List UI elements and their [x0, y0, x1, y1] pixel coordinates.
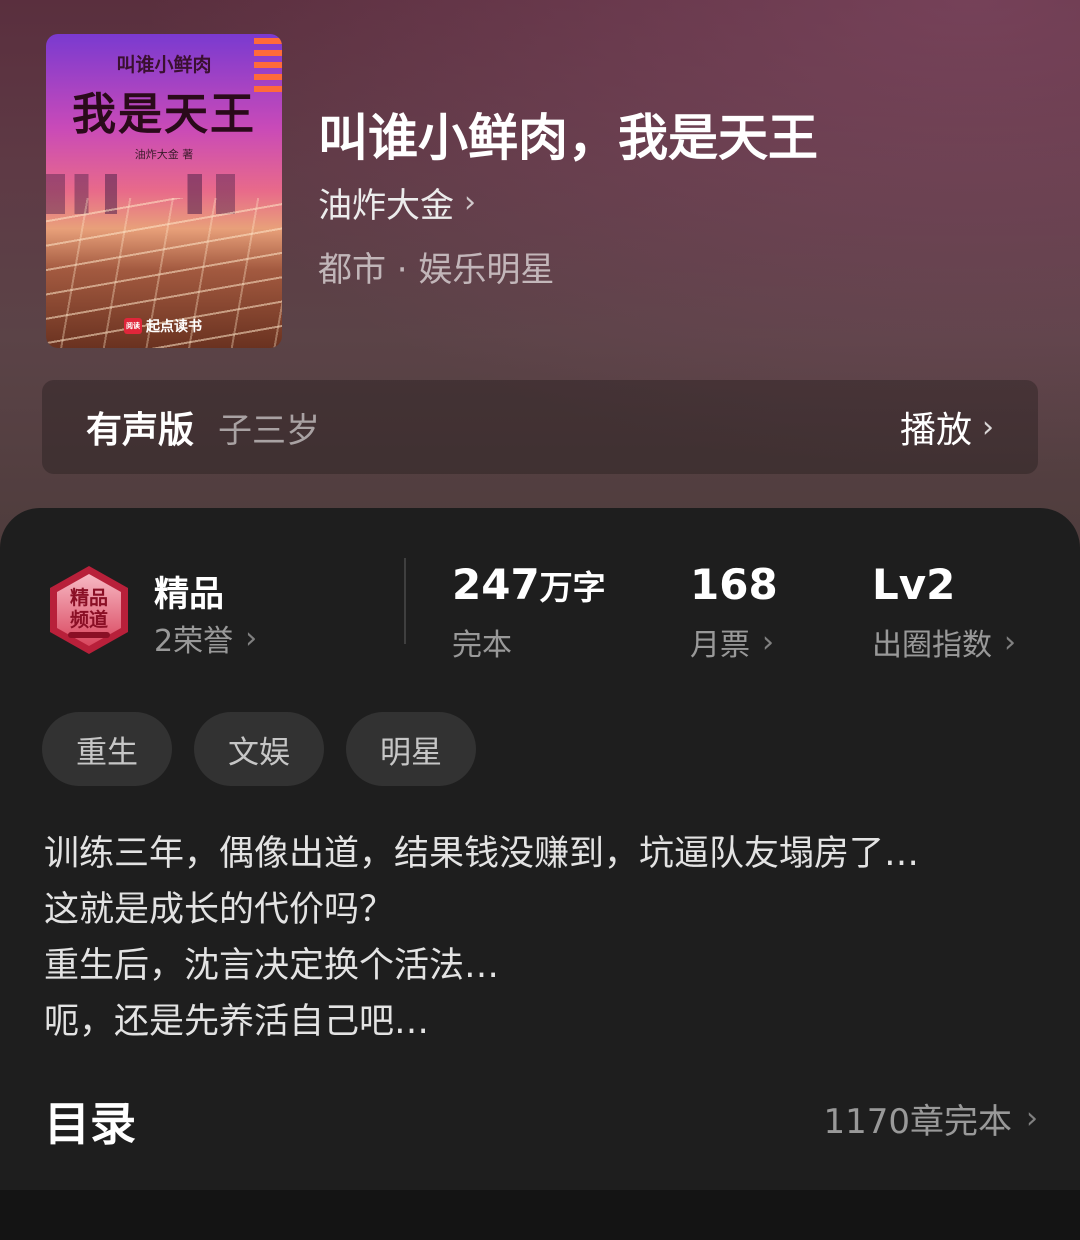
tag-chip[interactable]: 文娱: [194, 712, 324, 786]
tag-chip[interactable]: 重生: [42, 712, 172, 786]
cover-publisher: 阅读 起点读书: [124, 316, 202, 336]
author-name: 油炸大金: [318, 186, 454, 226]
audio-label: 有声版: [86, 410, 195, 451]
synopsis-line: 呃，还是先养活自己吧…: [44, 1002, 430, 1042]
book-status: 完本: [452, 620, 512, 664]
cover-subtitle: 叫谁小鲜肉: [116, 54, 212, 76]
quality-title: 精品: [154, 575, 225, 615]
honors-link[interactable]: 2荣誉 ›: [154, 616, 257, 660]
word-count-unit: 万字: [539, 568, 606, 607]
monthly-tickets-label: 月票: [690, 628, 750, 663]
synopsis-line: 这就是成长的代价吗？: [44, 890, 395, 930]
word-count-number: 247: [452, 560, 540, 609]
cover-author: 油炸大金 著: [134, 148, 194, 161]
audio-narrator: 子三岁: [218, 410, 321, 451]
book-cover[interactable]: 叫谁小鲜肉 我是天王 油炸大金 著 阅读 起点读书: [46, 34, 282, 348]
toc-info-text: 1170章完本: [823, 1102, 1012, 1142]
book-title: 叫谁小鲜肉，我是天王: [318, 108, 818, 167]
synopsis-line: 重生后，沈言决定换个活法…: [44, 946, 500, 986]
influence-label: 出圈指数: [872, 628, 992, 663]
badge-line1: 精品: [70, 586, 108, 609]
author-link[interactable]: 油炸大金 ›: [318, 178, 476, 227]
play-button[interactable]: 播放 ›: [900, 401, 994, 453]
monthly-tickets-count: 168: [690, 560, 778, 609]
chevron-right-icon: ›: [982, 409, 994, 445]
influence-link[interactable]: 出圈指数 ›: [872, 620, 1016, 664]
tag-chip[interactable]: 明星: [346, 712, 476, 786]
badge-line2: 频道: [70, 608, 108, 631]
monthly-tickets-link[interactable]: 月票 ›: [690, 620, 774, 664]
chevron-right-icon: ›: [1026, 1101, 1038, 1136]
cover-title: 我是天王: [72, 89, 256, 140]
status-text: 完本: [452, 628, 512, 663]
chevron-right-icon: ›: [464, 185, 476, 220]
chevron-right-icon: ›: [1004, 624, 1016, 660]
toc-link[interactable]: 1170章完本 ›: [823, 1094, 1038, 1143]
publisher-logo-icon: 阅读: [124, 318, 142, 334]
synopsis-line: 训练三年，偶像出道，结果钱没赚到，坑逼队友塌房了…: [44, 834, 920, 874]
honors-text: 2荣誉: [154, 624, 234, 659]
play-label: 播放: [899, 410, 972, 451]
word-count: 247 万字: [452, 560, 606, 609]
tag-list: 重生 文娱 明星: [42, 712, 476, 786]
bottom-section: [0, 1190, 1080, 1240]
chevron-right-icon: ›: [762, 624, 774, 660]
synopsis[interactable]: 训练三年，偶像出道，结果钱没赚到，坑逼队友塌房了… 这就是成长的代价吗？ 重生后…: [44, 826, 1044, 1050]
toc-label[interactable]: 目录: [44, 1088, 136, 1154]
audio-version-bar[interactable]: 有声版 子三岁 播放 ›: [42, 380, 1038, 474]
publisher-name: 起点读书: [146, 319, 202, 335]
book-genre: 都市 · 娱乐明星: [318, 250, 555, 290]
quality-channel-badge-icon[interactable]: 精品 频道: [44, 564, 134, 656]
stats-divider: [404, 558, 406, 644]
chevron-right-icon: ›: [245, 620, 258, 656]
influence-level: Lv2: [872, 560, 956, 609]
